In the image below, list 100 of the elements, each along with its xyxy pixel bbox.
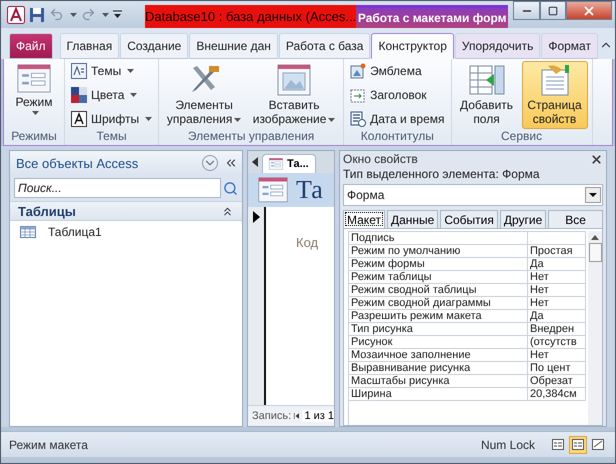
first-record-icon[interactable]	[294, 412, 300, 420]
property-name: Тип рисунка	[349, 323, 528, 336]
property-name: Мозаичное заполнение	[349, 349, 528, 362]
object-selector[interactable]: Форма	[343, 184, 603, 206]
property-value[interactable]: По цент	[528, 362, 586, 375]
search-field[interactable]: Поиск...	[14, 178, 221, 198]
fonts-icon	[71, 111, 87, 127]
design-view-icon	[592, 439, 604, 450]
save-icon[interactable]	[29, 6, 45, 22]
property-value[interactable]: Нет	[528, 349, 586, 362]
property-sheet-title: Окно свойств	[343, 152, 418, 166]
property-value[interactable]: Да	[528, 310, 586, 323]
field-label: Код	[296, 235, 318, 251]
context-tab-title: Работа с макетами форм	[356, 5, 508, 28]
group-label: Режимы	[10, 129, 58, 145]
ribbon-button[interactable]: Эмблема	[348, 63, 424, 79]
ribbon-tab[interactable]: Работа с база	[278, 33, 370, 59]
ribbon-tab[interactable]: Главная	[60, 33, 120, 59]
property-value[interactable]: 20,384см	[528, 388, 586, 401]
ribbon-button[interactable]: Вставить изображение	[249, 61, 340, 129]
ribbon-button[interactable]: Шрифты	[69, 111, 154, 127]
property-name: Выравнивание рисунка	[349, 362, 528, 375]
form-title: Та	[296, 175, 323, 205]
caret-icon	[589, 193, 597, 197]
group-label: Колонтитулы	[360, 129, 435, 145]
redo-caret-icon	[102, 12, 109, 16]
group-label: Элементы управления	[186, 129, 316, 145]
search-icon[interactable]	[223, 180, 238, 196]
property-value[interactable]: Обрезат	[528, 375, 586, 388]
record-position: 1 из 1	[302, 410, 334, 422]
group-label: Сервис	[500, 129, 544, 145]
ribbon-tab[interactable]: Файл	[9, 33, 53, 59]
scroll-up-icon[interactable]	[591, 235, 599, 240]
status-indicator: Num Lock	[480, 438, 535, 452]
property-name: Режим сводной диаграммы	[349, 297, 528, 310]
property-name: Подпись	[349, 232, 528, 245]
property-name: Режим сводной таблицы	[349, 284, 528, 297]
property-tab[interactable]: Данные	[386, 210, 438, 228]
ribbon-button[interactable]: Цвета	[69, 87, 140, 103]
record-selector[interactable]	[248, 207, 266, 405]
property-value[interactable]: Нет	[528, 297, 586, 310]
property-value[interactable]: Нет	[528, 284, 586, 297]
table-icon	[20, 226, 36, 238]
undo-caret-icon	[70, 12, 77, 16]
colors-icon	[71, 87, 87, 103]
record-label: Запись:	[252, 410, 292, 422]
date-time-icon	[350, 111, 366, 127]
ribbon-button[interactable]: Элементы управления	[163, 61, 246, 129]
property-name: Масштабы рисунка	[349, 375, 528, 388]
themes-icon	[71, 63, 87, 79]
ribbon-tab[interactable]: Формат	[541, 33, 598, 59]
property-tab[interactable]: Макет	[343, 210, 385, 228]
property-name: Разрешить режим макета	[349, 310, 528, 323]
property-name: Режим формы	[349, 258, 528, 271]
form-view-icon	[572, 439, 584, 450]
minimize-button[interactable]	[513, 1, 540, 20]
property-name: Рисунок	[349, 336, 528, 349]
logo-icon	[350, 63, 366, 79]
ribbon-button[interactable]: Добавить поля	[456, 61, 518, 129]
nav-pane-title: Все объекты Access	[16, 156, 140, 170]
property-value[interactable]: Да	[528, 258, 586, 271]
property-name: Режим таблицы	[349, 271, 528, 284]
property-tab[interactable]: Другие	[500, 210, 546, 228]
ribbon-button[interactable]: Заголовок	[348, 87, 429, 103]
ribbon-button[interactable]: Темы	[69, 63, 136, 79]
close-icon	[582, 4, 596, 18]
property-value[interactable]: (отсутств	[528, 336, 586, 349]
property-value[interactable]: Простая	[528, 245, 586, 258]
document-tab[interactable]: Та...	[262, 154, 316, 173]
nav-group-header[interactable]: Таблицы	[10, 201, 242, 221]
ribbon-tab[interactable]: Внешние дан	[189, 33, 278, 59]
add-fields-icon	[468, 64, 505, 96]
nav-item[interactable]: Таблица1	[10, 221, 242, 243]
customize-menu-icon[interactable]	[113, 10, 122, 20]
ribbon-button[interactable]: Страница свойств	[522, 61, 588, 129]
dropdown-button[interactable]	[585, 187, 601, 203]
scrollbar[interactable]	[588, 231, 602, 425]
status-text: Режим макета	[9, 438, 89, 452]
form-view-icon	[17, 64, 51, 93]
close-icon[interactable]	[590, 152, 603, 166]
ribbon-tab[interactable]: Упорядочить	[454, 33, 540, 59]
ribbon-button[interactable]: Режим	[8, 61, 60, 129]
current-record-icon	[252, 211, 260, 223]
property-tab[interactable]: События	[440, 210, 498, 228]
property-tab[interactable]: Все	[548, 210, 603, 228]
selection-type: Тип выделенного элемента: Форма	[343, 167, 541, 183]
property-value[interactable]: Нет	[528, 271, 586, 284]
ribbon-tab[interactable]: Конструктор	[371, 33, 454, 59]
maximize-button[interactable]	[540, 1, 566, 20]
nav-menu-icon[interactable]	[202, 155, 218, 171]
view-button[interactable]	[569, 436, 587, 454]
group-label: Темы	[95, 129, 128, 145]
close-button[interactable]	[566, 1, 612, 20]
scroll-thumb[interactable]	[588, 243, 602, 262]
ribbon-tab[interactable]: Создание	[120, 33, 188, 59]
window-title: Database10 : база данных (Acces...	[145, 5, 356, 28]
ribbon-button[interactable]: Дата и время	[348, 111, 447, 127]
property-name: Ширина	[349, 388, 528, 401]
property-value[interactable]: Внедрен	[528, 323, 586, 336]
scroll-left-icon[interactable]	[252, 157, 258, 167]
